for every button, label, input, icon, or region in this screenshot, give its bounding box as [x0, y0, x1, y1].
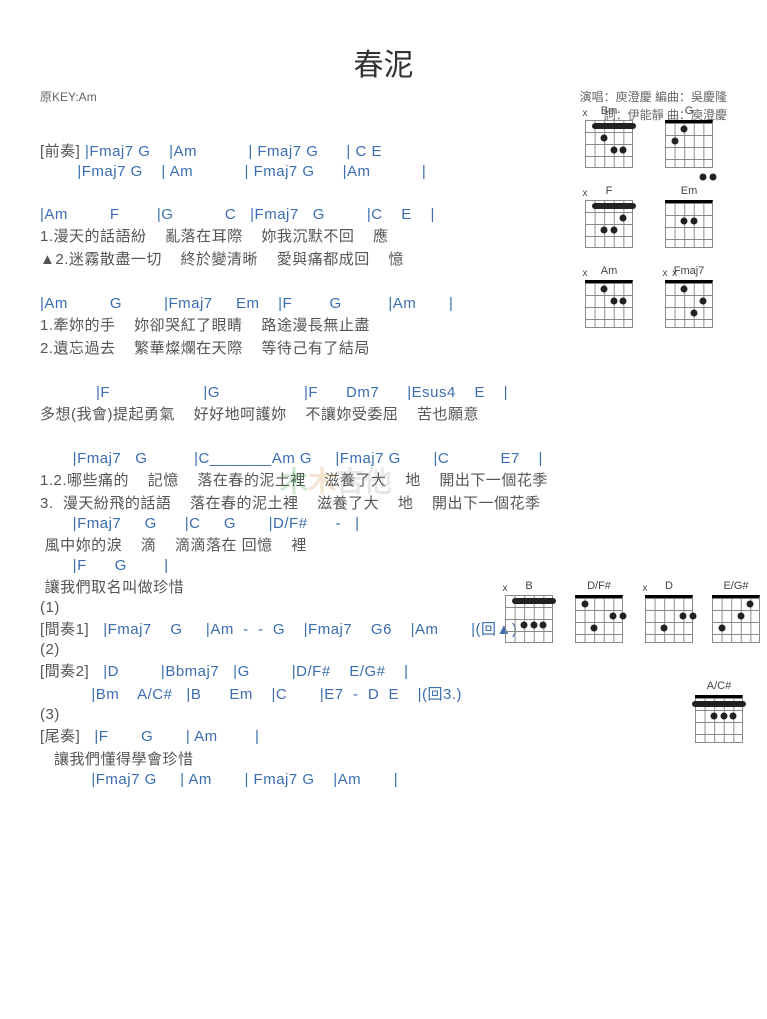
chorus-lyric4: 風中妳的淚 滴 滴滴落在 回憶 裡 — [40, 534, 727, 555]
chorus-chords3: |F G | — [40, 557, 727, 574]
inter1-line: [間奏1] |Fmaj7 G |Am - - G |Fmaj7 G6 |Am |… — [40, 618, 727, 639]
chord-diagram-label: E/G# — [712, 580, 760, 592]
outro-num: (3) — [40, 706, 727, 723]
inter2-line1: [間奏2] |D |Bbmaj7 |G |D/F# E/G# | — [40, 660, 727, 681]
chorus-chords2: |Fmaj7 G |C G |D/F# - | — [40, 515, 727, 532]
chord-diagram-df: D/F# — [575, 580, 623, 647]
chord-diagram-label: A/C# — [695, 680, 743, 692]
chord-diagram-em: Em — [665, 185, 713, 252]
outro-chords2: |Fmaj7 G | Am | Fmaj7 G |Am | — [40, 771, 727, 788]
chord-diagram-g: G — [665, 105, 713, 172]
verseB-lyric2: 2.遺忘過去 繁華燦爛在天際 等待己有了結局 — [40, 337, 727, 358]
original-key: 原KEY:Am — [40, 88, 97, 124]
chorus-chords1: |Fmaj7 G |C_______Am G |Fmaj7 G |C E7 | — [40, 450, 727, 467]
inter2-line2: |Bm A/C# |B Em |C |E7 - D E |(回3.) — [40, 683, 727, 704]
chord-diagram-label: Em — [665, 185, 713, 197]
chord-diagram-label: B — [505, 580, 553, 592]
chord-diagram-fmaj7: Fmaj7xx — [665, 265, 713, 332]
song-title: 春泥 — [40, 40, 727, 84]
chorus-lyric12: 1.2.哪些痛的 記憶 落在春的泥土裡 滋養了大 地 開出下一個花季 — [40, 469, 727, 490]
pre-lyric: 多想(我會)提起勇氣 好好地呵護妳 不讓妳受委屈 苦也願意 — [40, 403, 727, 424]
pre-chords: |F |G |F Dm7 |Esus4 E | — [40, 384, 727, 401]
chord-diagram-f: Fx — [585, 185, 633, 252]
chord-diagram-label: Bm — [585, 105, 633, 117]
chord-diagram-label: Am — [585, 265, 633, 277]
outro-lyric: 讓我們懂得學會珍惜 — [40, 748, 727, 769]
chord-diagram-ac: A/C# — [695, 680, 743, 747]
chord-diagram-label: F — [585, 185, 633, 197]
chord-diagram-label: D — [645, 580, 693, 592]
inter2-num: (2) — [40, 641, 727, 658]
outro-chords1: [尾奏] |F G | Am | — [40, 725, 727, 746]
chord-diagram-b: Bx — [505, 580, 553, 647]
chord-diagram-am: Amx — [585, 265, 633, 332]
chord-diagram-eg: E/G# — [712, 580, 760, 647]
chord-diagram-d: Dx — [645, 580, 693, 647]
credits-line1: 演唱：庾澄慶 編曲：吳慶隆 — [580, 88, 727, 106]
chord-diagram-label: G — [665, 105, 713, 117]
chord-diagram-label: D/F# — [575, 580, 623, 592]
chorus-lyric3: 3. 漫天紛飛的話語 落在春的泥土裡 滋養了大 地 開出下一個花季 — [40, 492, 727, 513]
chorus-lyric5: 讓我們取名叫做珍惜 — [40, 576, 727, 597]
chord-diagram-bm: Bmx — [585, 105, 633, 172]
